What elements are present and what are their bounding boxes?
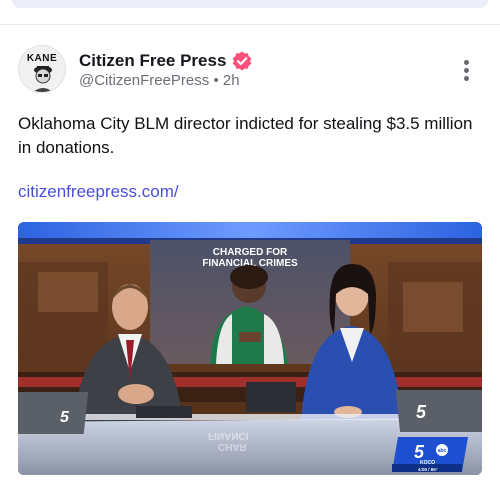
desk-reflection-line1: FINANCI [208, 430, 249, 441]
post-time: 2h [222, 72, 240, 89]
station-bug-network: abc [438, 448, 447, 454]
more-vertical-icon[interactable] [460, 58, 474, 82]
video-thumbnail[interactable]: CHARGED FOR FINANCIAL CRIMES 5 5 FINANCI… [18, 222, 482, 475]
post-divider [0, 24, 500, 25]
post-link[interactable]: citizenfreepress.com/ [18, 182, 179, 202]
desk-logo-left: 5 [60, 409, 70, 426]
graphic-headline-line1: CHARGED FOR [213, 247, 288, 258]
post-text: Oklahoma City BLM director indicted for … [18, 114, 473, 157]
station-bug-callsign: KOCO [420, 460, 435, 466]
author-avatar[interactable]: KANE [18, 45, 66, 93]
desk-reflection-line2: CHAR [218, 441, 248, 452]
news-broadcast-image: CHARGED FOR FINANCIAL CRIMES 5 5 FINANCI… [18, 222, 482, 475]
station-bug-number: 5 [414, 442, 425, 462]
author-name[interactable]: Citizen Free Press [79, 51, 226, 71]
author-handle[interactable]: @CitizenFreePress [79, 72, 209, 89]
author-row: Citizen Free Press [79, 50, 252, 72]
verified-badge-icon [233, 51, 252, 71]
meta-separator: • [213, 72, 219, 89]
avatar-portrait-icon [33, 66, 53, 92]
station-bug-time: 4:00 / 65° [418, 467, 438, 472]
previous-post-edge [12, 0, 488, 8]
desk-logo-right: 5 [416, 402, 427, 422]
author-meta: @CitizenFreePress • 2h [79, 72, 240, 89]
